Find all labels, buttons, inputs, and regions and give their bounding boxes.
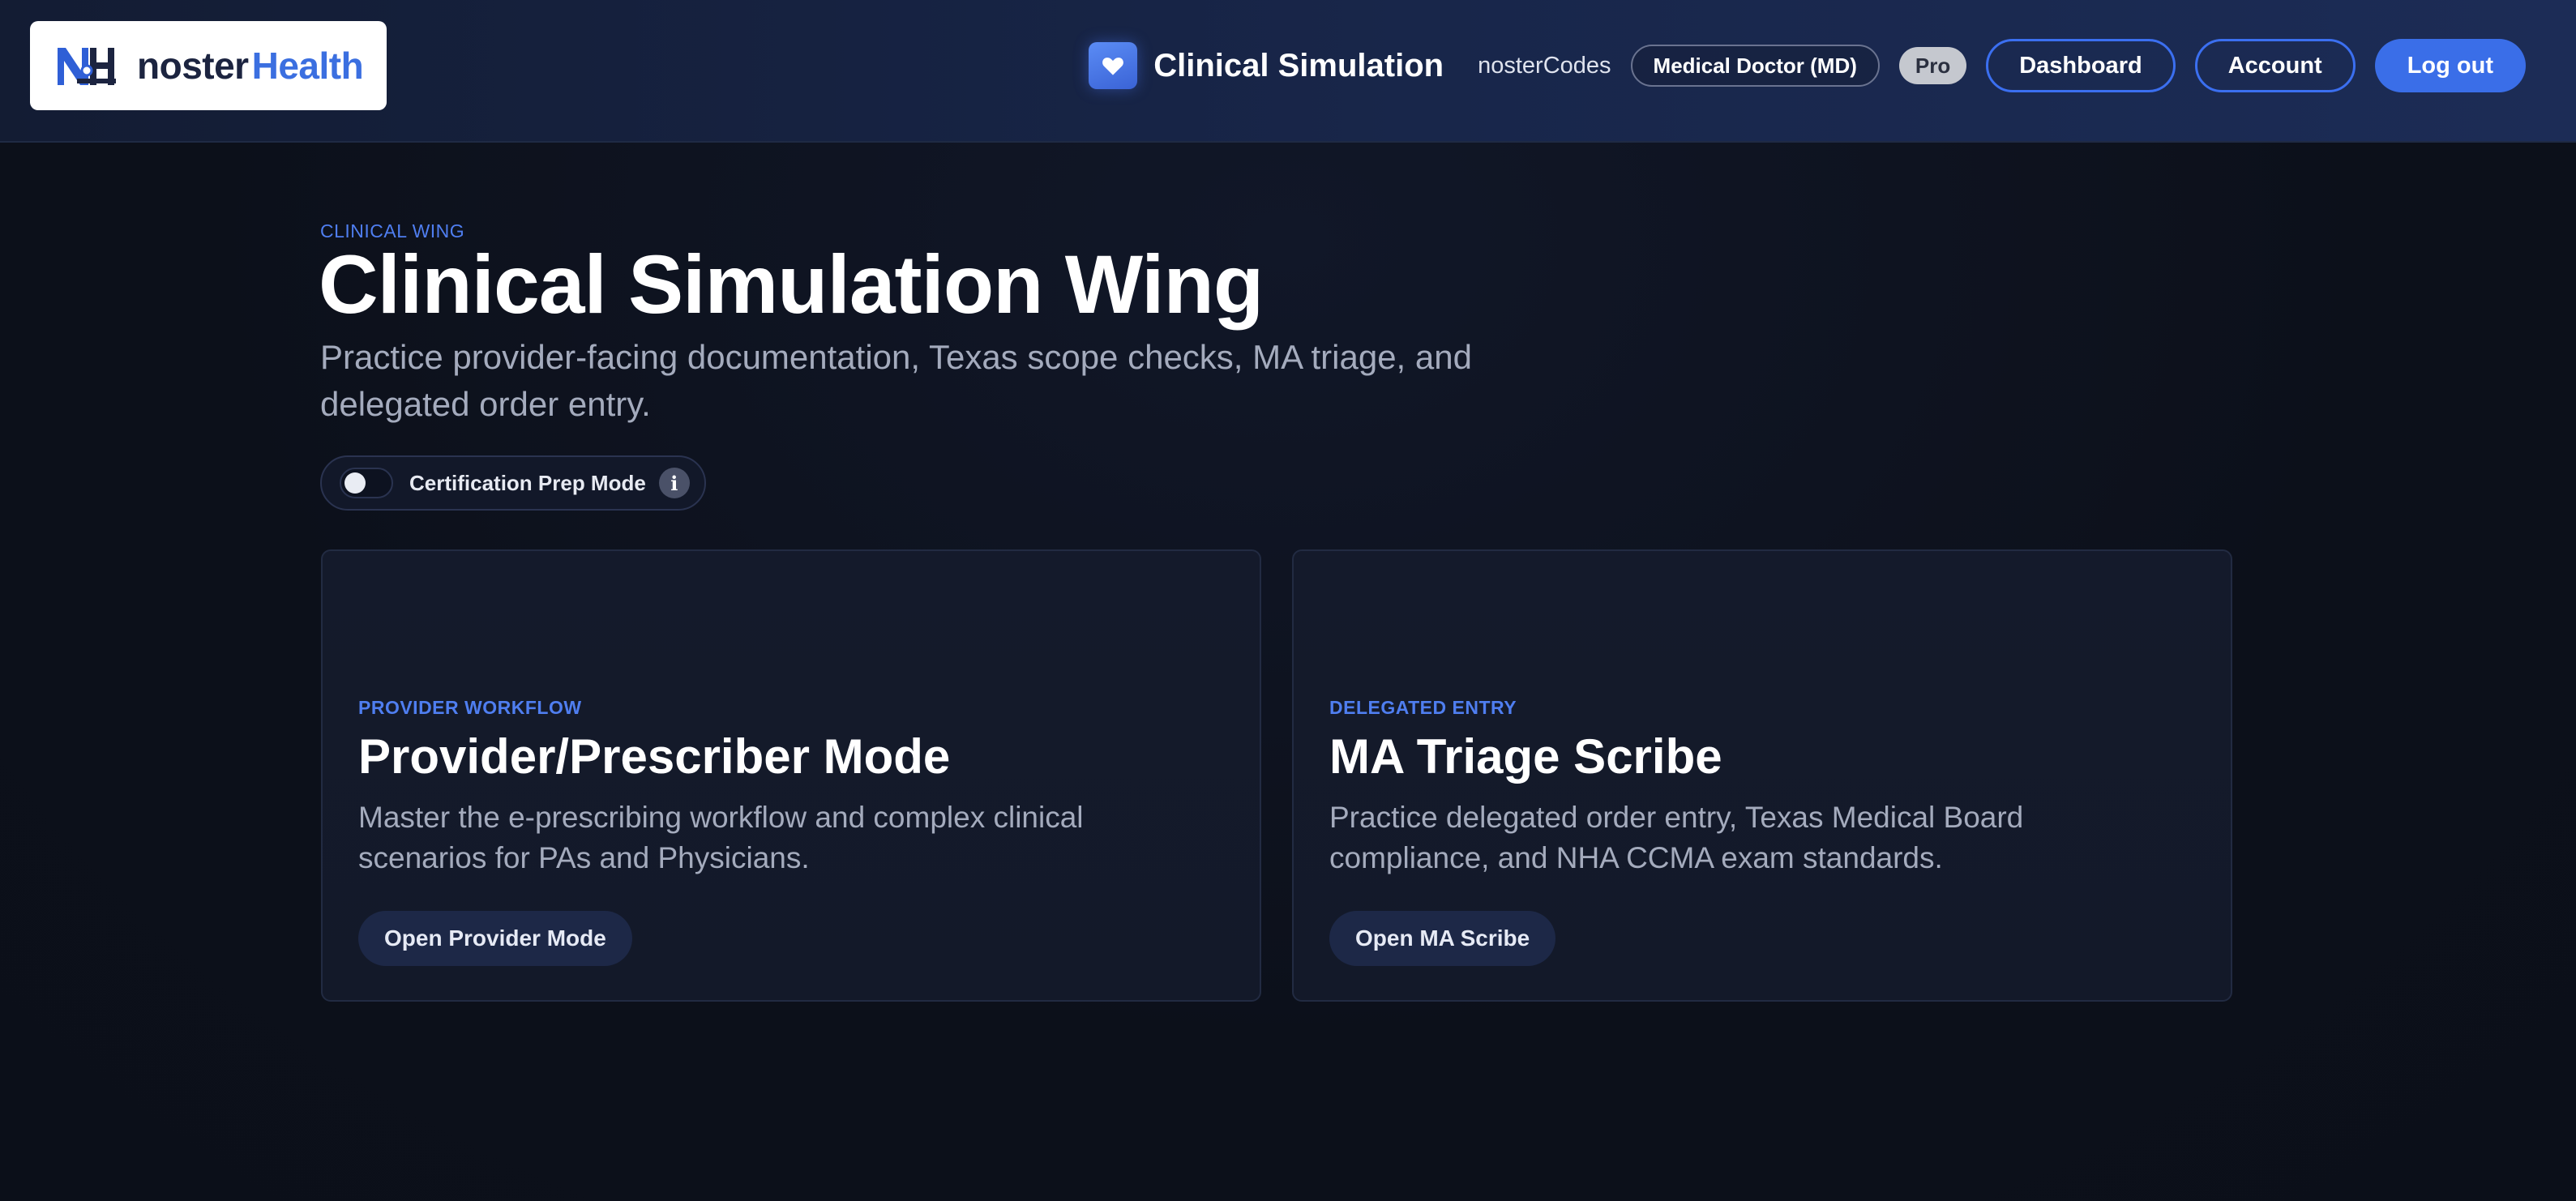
card-eyebrow: DELEGATED ENTRY [1329,697,1517,718]
dashboard-button[interactable]: Dashboard [1986,39,2176,92]
card-title: MA Triage Scribe [1329,729,1722,784]
brand-logo[interactable]: noster Health [30,21,387,110]
app-title: Clinical Simulation [1153,47,1444,83]
card-title: Provider/Prescriber Mode [358,729,951,784]
info-icon[interactable]: i [658,468,690,498]
role-badge: Medical Doctor (MD) [1630,45,1880,87]
open-ma-scribe-button[interactable]: Open MA Scribe [1329,911,1556,966]
ma-triage-scribe-card: DELEGATED ENTRY MA Triage Scribe Practic… [1292,549,2232,1002]
heart-icon [1089,42,1138,89]
open-provider-mode-button[interactable]: Open Provider Mode [358,911,632,966]
user-name: nosterCodes [1478,52,1611,79]
toggle-switch[interactable] [340,468,393,498]
card-description: Practice delegated order entry, Texas Me… [1329,801,2024,874]
logout-button[interactable]: Log out [2374,39,2526,92]
page: noster Health Clinical Simulation noster… [0,0,2576,1201]
card-eyebrow: PROVIDER WORKFLOW [358,697,582,718]
top-nav-bar: noster Health Clinical Simulation noster… [0,0,2576,143]
certification-prep-toggle[interactable]: Certification Prep Mode i [320,455,706,511]
certification-prep-label: Certification Prep Mode [409,470,646,495]
provider-mode-card: PROVIDER WORKFLOW Provider/Prescriber Mo… [321,549,1261,1002]
logo-word-health: Health [251,45,364,87]
header-nav: Clinical Simulation nosterCodes Medical … [1089,0,2526,131]
page-title: Clinical Simulation Wing [319,238,1264,331]
page-subtitle: Practice provider-facing documentation, … [320,338,1472,423]
nh-logo-mark-icon [58,48,116,85]
plan-badge: Pro [1898,47,1967,84]
logo-word-noster: noster [137,45,249,87]
toggle-knob [344,472,366,494]
card-description: Master the e-prescribing workflow and co… [358,801,1084,874]
account-button[interactable]: Account [2194,39,2356,92]
